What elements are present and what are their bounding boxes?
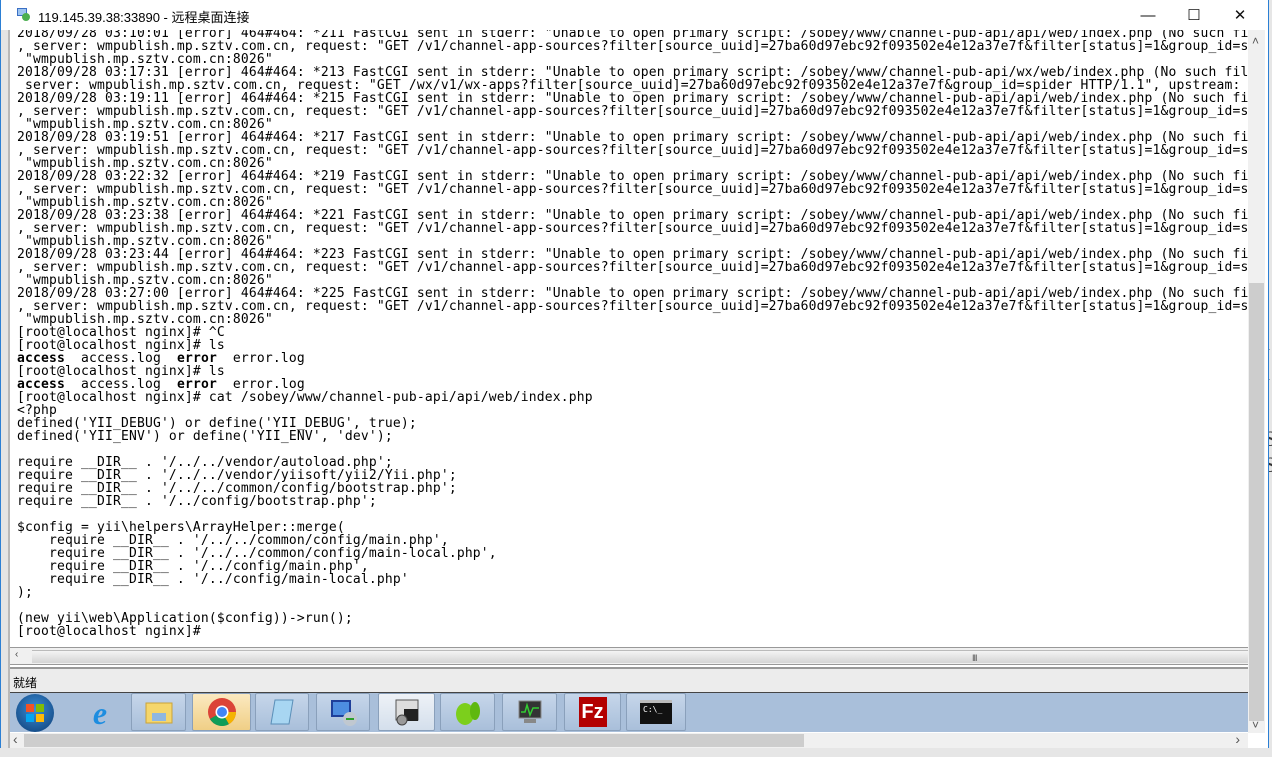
close-button[interactable]: ✕: [1217, 0, 1263, 30]
taskbar-system-monitor[interactable]: [502, 693, 557, 731]
cmd-icon: C:\_: [640, 700, 672, 724]
notepad-icon: [270, 699, 294, 725]
remote-desktop-left-edge: [1, 30, 10, 748]
terminal-line: [root@localhost nginx]#: [17, 624, 209, 639]
terminal-line: require __DIR__ . '/../config/main-local…: [17, 572, 409, 587]
scroll-right-arrow-icon[interactable]: ›: [1235, 731, 1240, 747]
monitor-icon: [518, 700, 541, 723]
taskbar-remote-desktop[interactable]: [316, 693, 370, 731]
terminal-text: 2018/09/28 03:10:01 [error] 464#464: *21…: [10, 27, 1248, 638]
desktop-bottom-edge: [0, 748, 1272, 757]
window-title: 119.145.39.38:33890 - 远程桌面连接: [38, 10, 250, 25]
start-button[interactable]: [16, 694, 54, 732]
status-bar: 就绪: [10, 667, 1248, 694]
taskbar-command-prompt[interactable]: C:\_: [626, 693, 686, 731]
scroll-left-arrow-icon[interactable]: ‹: [15, 649, 18, 660]
scrollbar-thumb[interactable]: [1249, 283, 1264, 721]
minimize-button[interactable]: —: [1125, 0, 1171, 30]
windows-logo-icon: [26, 704, 44, 722]
taskbar-security-tool[interactable]: [378, 693, 435, 731]
filezilla-icon: Fz: [578, 697, 607, 727]
taskbar-file-explorer[interactable]: [131, 693, 186, 731]
remote-desktop-app-icon: [331, 700, 357, 726]
taskbar-filezilla[interactable]: Fz: [564, 693, 621, 731]
scrollbar-thumb[interactable]: III: [32, 650, 1248, 663]
green-app-icon: [455, 702, 480, 725]
taskbar-notepad[interactable]: [255, 693, 309, 731]
chrome-icon: [207, 698, 236, 726]
maximize-button[interactable]: ☐: [1171, 0, 1217, 30]
terminal-line: defined('YII_ENV') or define('YII_ENV', …: [17, 429, 393, 444]
scroll-up-arrow-icon[interactable]: ˄: [1252, 34, 1259, 48]
remote-desktop-icon: [17, 8, 30, 21]
remote-desktop-vertical-scrollbar[interactable]: ˄ ˅: [1248, 30, 1265, 733]
scrollbar-thumb[interactable]: [24, 734, 804, 747]
status-text: 就绪: [13, 676, 38, 690]
terminal-line: [root@localhost nginx]# cat /sobey/www/c…: [17, 390, 593, 405]
scroll-left-arrow-icon[interactable]: ‹: [13, 731, 18, 747]
terminal-line: require __DIR__ . '/../config/bootstrap.…: [17, 494, 377, 509]
terminal-line: );: [17, 585, 33, 600]
taskbar-green-app[interactable]: [440, 693, 495, 731]
remote-desktop-window: 119.145.39.38:33890 - 远程桌面连接 — ☐ ✕ 2018/…: [0, 0, 1269, 749]
scroll-down-arrow-icon[interactable]: ˅: [1252, 718, 1259, 732]
grip-icon: III: [972, 653, 977, 663]
title-bar[interactable]: 119.145.39.38:33890 - 远程桌面连接 — ☐ ✕: [1, 0, 1268, 30]
file-names: error.log: [216, 351, 305, 366]
folder-icon: [145, 702, 172, 724]
security-tool-icon: [395, 699, 418, 726]
terminal-horizontal-scrollbar[interactable]: ‹ III: [10, 647, 1248, 665]
taskbar-chrome[interactable]: [192, 693, 251, 731]
internet-explorer-icon[interactable]: e: [82, 695, 118, 731]
remote-desktop-horizontal-scrollbar[interactable]: ‹ ›: [10, 731, 1248, 748]
terminal-output[interactable]: 2018/09/28 03:10:01 [error] 464#464: *21…: [10, 27, 1248, 646]
taskbar: e Fz C:\_: [10, 693, 1248, 732]
